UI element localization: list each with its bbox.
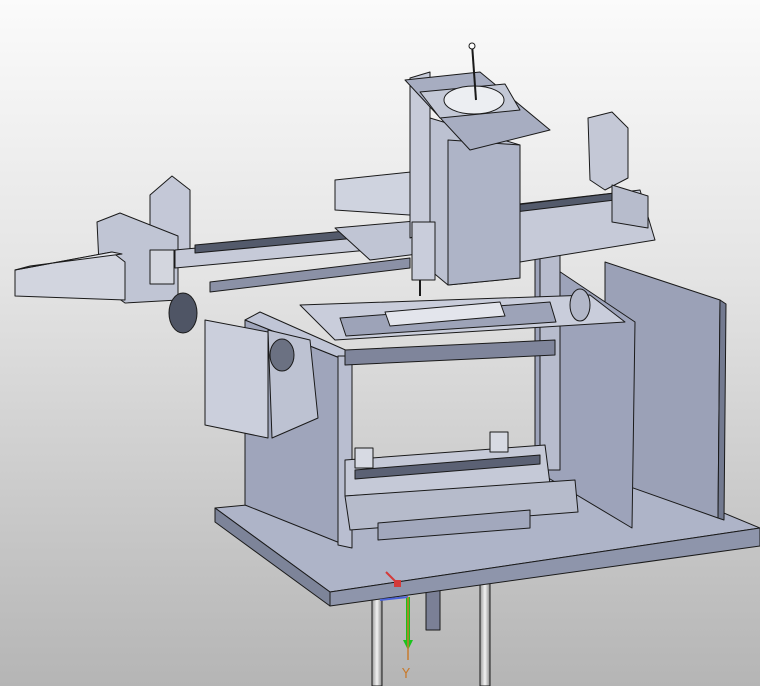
- cad-model-scene[interactable]: Y: [0, 0, 760, 686]
- right-pulley: [569, 288, 591, 322]
- cad-viewport[interactable]: Y: [0, 0, 760, 686]
- y-axis-label: Y: [401, 667, 410, 682]
- left-mount-plate: [204, 319, 319, 439]
- left-motor-housing: [14, 175, 198, 334]
